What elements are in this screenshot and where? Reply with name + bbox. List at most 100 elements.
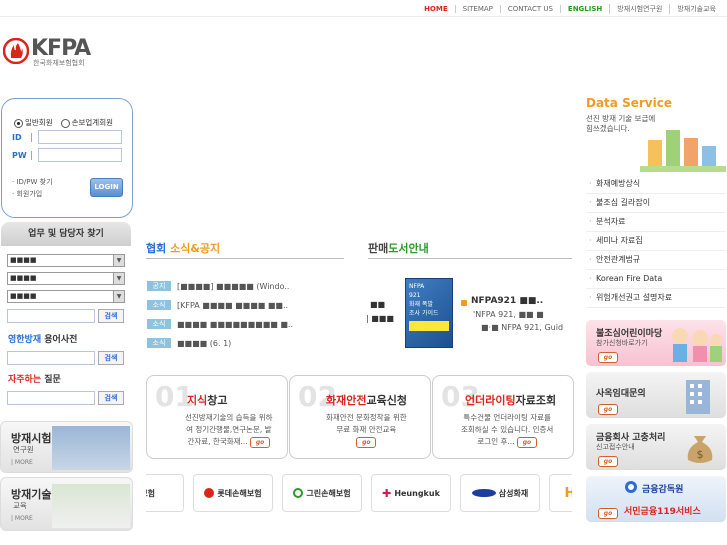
faq-input[interactable] [7, 391, 95, 405]
partner-name: 삼성화재 [498, 488, 529, 498]
news-item[interactable]: 공지 [■■■■] ■■■■■ (Windo.. [147, 281, 289, 291]
member-insurer-option[interactable]: 손보업계회원 [60, 117, 113, 128]
go-button[interactable]: go [598, 352, 618, 363]
data-service-item[interactable]: Korean Fire Data [586, 270, 726, 289]
books-left-label-2: | ■■■ [366, 314, 394, 323]
underwriting-panel[interactable]: 03 언더라이팅자료조회 특수건물 언더라이팅 자료를 조회하실 수 있습니다.… [432, 375, 574, 459]
glossary-search-button[interactable]: 검색 [98, 351, 124, 365]
books-title-b: 도서안내 [388, 242, 429, 255]
go-button[interactable]: go [598, 456, 618, 467]
go-button[interactable]: go [516, 437, 537, 448]
more-link[interactable]: | MORE [11, 515, 33, 522]
research-institute-banner[interactable]: 방재시험 연구원 | MORE [0, 421, 133, 473]
radio-insurer[interactable] [60, 118, 70, 128]
contact-select-2[interactable]: ■■■■ ▼ [7, 272, 125, 285]
nav-sitemap[interactable]: SITEMAP [454, 5, 500, 13]
safety-education-panel[interactable]: 02 화재안전교육신청 화재안전 문화정착을 위한 무료 화재 안전교육 go [289, 375, 431, 459]
news-item[interactable]: 소식 ■■■■ ■■■■■■■■■ ■.. [147, 319, 293, 329]
top-divider [0, 16, 727, 17]
contact-select-1[interactable]: ■■■■ ▼ [7, 254, 125, 267]
money-bag-icon: $ [687, 436, 713, 463]
heungkuk-logo-icon: ✚ [382, 486, 392, 500]
glossary-input[interactable] [7, 351, 95, 365]
chevron-down-icon: ▼ [113, 255, 124, 266]
nav-contact[interactable]: CONTACT US [499, 5, 560, 13]
id-label: ID [12, 133, 22, 142]
banner-subtitle: 신고접수안내 [596, 443, 635, 451]
panel-desc-line: 조회하실 수 있습니다. 인증서 [461, 425, 554, 434]
nav-research[interactable]: 방재시험연구원 [609, 4, 669, 14]
kids-fire-safety-banner[interactable]: 불조심어린이마당 참가신청바로가기 go [586, 320, 726, 366]
news-item[interactable]: 소식 [KFPA ■■■■ ■■■■ ■■.. [147, 300, 288, 310]
books-section-title: 판매도서안내 [368, 240, 429, 256]
data-service-item[interactable]: 분석자료 [586, 213, 726, 232]
panel-title-rest: 창고 [207, 394, 228, 407]
book-name[interactable]: NFPA921 ■■.. [471, 296, 543, 306]
book-description-1: 'NFPA 921, ■■ ■ [473, 310, 544, 319]
panel-desc-line: go [326, 436, 407, 448]
partner-logo[interactable]: 롯데손해보험 [193, 474, 273, 512]
data-service-item[interactable]: 위험개선권고 설명자료 [586, 289, 726, 308]
panel-desc-text: 로그인 후... [477, 437, 515, 446]
partner-name: 롯데손해보험 [217, 488, 262, 498]
fss-banner[interactable]: 금융감독원 서민금융119서비스 go [586, 476, 726, 522]
pw-input[interactable] [38, 148, 122, 162]
contact-select-2-value: ■■■■ [10, 274, 37, 282]
knowledge-panel[interactable]: 01 지식창고 선진방재기술의 습득을 위하 여 정기간행물,연구논문, 발 간… [146, 375, 288, 459]
contact-select-3[interactable]: ■■■■ ▼ [7, 290, 125, 303]
partner-name: H [564, 485, 572, 501]
panel-title: 지식창고 [187, 392, 228, 408]
panel-description: 화재안전 문화정착을 위한 무료 화재 안전교육 go [326, 412, 407, 448]
office-lease-banner[interactable]: 사옥임대문의 go [586, 372, 726, 418]
nav-education[interactable]: 방재기술교육 [669, 4, 723, 14]
partner-logo[interactable]: 그린손해보험 [282, 474, 362, 512]
more-link[interactable]: | MORE [11, 459, 33, 466]
data-service-item[interactable]: 안전관계법규 [586, 251, 726, 270]
contact-select-1-value: ■■■■ [10, 256, 37, 264]
data-service-item[interactable]: 세미나 자료집 [586, 232, 726, 251]
member-general-option[interactable]: 일반회원 [14, 117, 53, 128]
book-cover[interactable]: NFPA 921 화재 폭발 조사 가이드 [405, 278, 453, 348]
nav-home[interactable]: HOME [417, 5, 455, 13]
book-cover-line3: 화재 폭발 [409, 301, 433, 308]
member-type-radios: 일반회원 손보업계회원 [14, 117, 113, 128]
join-link[interactable]: · 회원가입 [12, 188, 53, 200]
banner-subtitle: 서민금융119서비스 [624, 507, 701, 517]
data-service-title: Data Service [586, 96, 672, 110]
grievance-banner[interactable]: 금융회사 고충처리 신고접수안내 go $ [586, 424, 726, 470]
go-button[interactable]: go [598, 508, 618, 519]
faq-title-red: 자주하는 [8, 375, 42, 385]
panel-description: 선진방재기술의 습득을 위하 여 정기간행물,연구논문, 발 간자료, 한국화재… [185, 412, 273, 448]
login-button[interactable]: LOGIN [90, 178, 123, 197]
glossary-title-blue: 영한방재 [8, 335, 42, 345]
news-tag: 소식 [147, 300, 171, 310]
partner-logo[interactable]: 해보험 [146, 474, 184, 512]
contact-search-input[interactable] [7, 309, 95, 323]
partner-logo[interactable]: H [549, 474, 572, 512]
panel-title: 언더라이팅자료조회 [465, 392, 556, 408]
nav-english[interactable]: ENGLISH [559, 5, 609, 13]
contact-search-button[interactable]: 검색 [98, 309, 124, 323]
data-service-item[interactable]: 불조심 길라잡이 [586, 194, 726, 213]
panel-title-red: 언더라이팅 [465, 394, 516, 407]
partner-logo[interactable]: 삼성화재 [460, 474, 540, 512]
faq-search-button[interactable]: 검색 [98, 391, 124, 405]
go-button[interactable]: go [356, 437, 377, 448]
data-service-item[interactable]: 화재예방상식 [586, 175, 726, 194]
panel-description: 특수건물 언더라이팅 자료를 조회하실 수 있습니다. 인증서 로그인 후...… [461, 412, 553, 448]
login-box: 일반회원 손보업계회원 ID PW · ID/PW 찾기 · 회원가입 LOGI… [1, 98, 133, 218]
id-input[interactable] [38, 130, 122, 144]
radio-general[interactable] [14, 118, 23, 128]
partner-logo[interactable]: ✚ Heungkuk [371, 474, 451, 512]
tech-education-banner[interactable]: 방재기술 교육 | MORE [0, 477, 133, 531]
chevron-down-icon: ▼ [113, 273, 124, 284]
news-item[interactable]: 소식 ■■■■ (6. 1) [147, 338, 231, 348]
news-tag: 소식 [147, 338, 171, 348]
logo[interactable]: KFPA 한국화재보험협회 [3, 36, 103, 70]
news-divider [146, 258, 344, 259]
go-button[interactable]: go [598, 404, 618, 415]
lotte-logo-icon [204, 488, 215, 498]
find-idpw-link[interactable]: · ID/PW 찾기 [12, 176, 53, 188]
go-button[interactable]: go [250, 437, 271, 448]
faq-title: 자주하는 질문 [8, 372, 61, 385]
